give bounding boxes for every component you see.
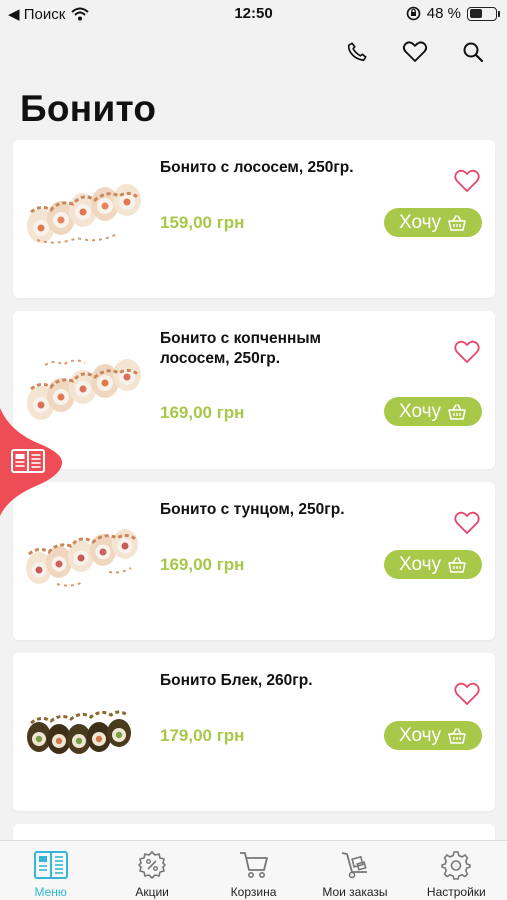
product-price: 169,00 грн bbox=[160, 403, 245, 422]
nav-label-menu: Меню bbox=[34, 885, 67, 899]
want-button[interactable]: Хочу bbox=[384, 397, 482, 426]
want-button[interactable]: Хочу bbox=[384, 550, 482, 579]
product-name: Бонито с тунцом, 250гр. bbox=[160, 501, 345, 518]
product-card[interactable]: Бонито с копченным лососем, 250гр. 169,0… bbox=[13, 311, 495, 469]
product-name: Бонито Блек, 260гр. bbox=[160, 672, 313, 689]
want-button-label: Хочу bbox=[398, 724, 441, 746]
battery-percent: 48 % bbox=[426, 5, 461, 22]
search-icon[interactable] bbox=[459, 38, 487, 66]
add-to-favorites-heart-icon[interactable] bbox=[453, 339, 481, 365]
want-button-label: Хочу bbox=[398, 400, 441, 422]
want-button-label: Хочу bbox=[398, 553, 441, 575]
basket-icon bbox=[448, 214, 466, 231]
nav-item-menu[interactable]: Меню bbox=[0, 841, 101, 900]
product-price: 179,00 грн bbox=[160, 726, 245, 745]
product-name: Бонито с копченным лососем, 250гр. bbox=[160, 330, 322, 367]
product-image bbox=[27, 710, 131, 754]
product-list: Бонито с лососем, 250гр. 159,00 грн Хочу… bbox=[13, 140, 495, 877]
add-to-favorites-heart-icon[interactable] bbox=[453, 681, 481, 707]
add-to-favorites-heart-icon[interactable] bbox=[453, 510, 481, 536]
product-card[interactable]: Бонито Блек, 260гр. 179,00 грн Хочу bbox=[13, 653, 495, 811]
basket-icon bbox=[448, 556, 466, 573]
product-image bbox=[27, 184, 141, 244]
product-name: Бонито с лососем, 250гр. bbox=[160, 159, 354, 176]
status-right: 48 % bbox=[406, 5, 500, 22]
nav-label-settings: Настройки bbox=[426, 885, 486, 899]
status-bar: ◀ Поиск 12:50 48 % bbox=[0, 0, 507, 30]
add-to-favorites-heart-icon[interactable] bbox=[453, 168, 481, 194]
gear-icon bbox=[439, 849, 473, 881]
battery-level bbox=[469, 9, 482, 18]
basket-icon bbox=[448, 403, 466, 420]
want-button[interactable]: Хочу bbox=[384, 721, 482, 750]
nav-item-cart[interactable]: Корзина bbox=[203, 841, 304, 900]
cart-icon bbox=[237, 849, 271, 881]
phone-icon[interactable] bbox=[343, 38, 371, 66]
nav-label-my-orders: Мои заказы bbox=[322, 885, 388, 899]
product-card[interactable]: Бонито с лососем, 250гр. 159,00 грн Хочу bbox=[13, 140, 495, 298]
orientation-lock-icon bbox=[406, 6, 421, 21]
want-button[interactable]: Хочу bbox=[384, 208, 482, 237]
percent-badge-icon bbox=[135, 849, 169, 881]
hand-truck-icon bbox=[338, 849, 372, 881]
nav-item-my-orders[interactable]: Мои заказы bbox=[304, 841, 405, 900]
product-card[interactable]: Бонито с тунцом, 250гр. 169,00 грн Хочу bbox=[13, 482, 495, 640]
page-title: Бонито bbox=[20, 88, 157, 129]
want-button-label: Хочу bbox=[398, 211, 441, 233]
nav-label-cart: Корзина bbox=[230, 885, 277, 899]
top-actions bbox=[343, 38, 487, 66]
nav-label-promotions: Акции bbox=[135, 885, 169, 899]
battery-icon bbox=[467, 6, 500, 21]
catalog-side-tab[interactable] bbox=[0, 408, 64, 516]
product-image bbox=[26, 529, 138, 587]
product-price: 159,00 грн bbox=[160, 213, 245, 232]
menu-book-icon bbox=[33, 849, 68, 881]
nav-item-promotions[interactable]: Акции bbox=[101, 841, 202, 900]
favorites-heart-icon[interactable] bbox=[401, 38, 429, 66]
bottom-nav: Меню Акции Корзина Мои заказы Настройки bbox=[0, 840, 507, 900]
product-price: 169,00 грн bbox=[160, 555, 245, 574]
basket-icon bbox=[448, 727, 466, 744]
nav-item-settings[interactable]: Настройки bbox=[406, 841, 507, 900]
